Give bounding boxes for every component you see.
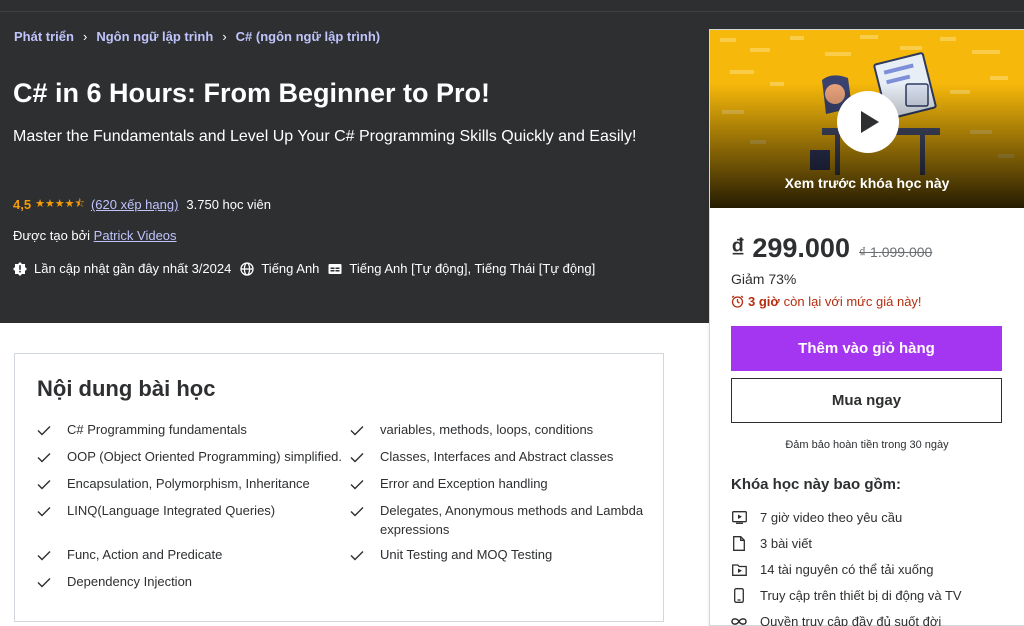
- captions: Tiếng Anh [Tự động], Tiếng Thái [Tự động…: [328, 261, 595, 276]
- discount-percent: Giảm 73%: [731, 271, 797, 287]
- last-updated: Lần cập nhật gần đây nhất 3/2024: [13, 261, 231, 276]
- learn-list: C# Programming fundamentals variables, me…: [37, 420, 657, 599]
- rating-row: 4,5 ★★★★⯪ (620 xếp hạng) 3.750 học viên: [13, 195, 271, 214]
- learn-item: Encapsulation, Polymorphism, Inheritance: [37, 474, 350, 501]
- checkmark-icon: [37, 476, 53, 495]
- checkmark-icon: [37, 422, 53, 441]
- learn-item-text: Error and Exception handling: [380, 476, 548, 491]
- play-button[interactable]: [837, 91, 899, 153]
- top-navigation-bar: [0, 0, 1024, 12]
- includes-item: Truy cập trên thiết bị di động và TV: [731, 582, 962, 608]
- checkmark-icon: [37, 574, 53, 593]
- includes-list: 7 giờ video theo yêu cầu 3 bài viết 14 t…: [731, 504, 962, 626]
- learn-item-text: OOP (Object Oriented Programming) simpli…: [67, 449, 343, 464]
- preview-label: Xem trước khóa học này: [784, 175, 950, 191]
- purchase-sidebar: Xem trước khóa học này ₫ 299.000 ₫ 1.099…: [709, 29, 1024, 626]
- includes-label: 7 giờ video theo yêu cầu: [760, 509, 903, 525]
- checkmark-icon: [37, 503, 53, 522]
- student-count: 3.750 học viên: [186, 197, 271, 212]
- breadcrumb-item-development[interactable]: Phát triển: [14, 29, 74, 44]
- breadcrumb-item-csharp[interactable]: C# (ngôn ngữ lập trình): [236, 29, 380, 44]
- checkmark-icon: [350, 422, 366, 441]
- course-subtitle: Master the Fundamentals and Level Up You…: [13, 128, 637, 145]
- includes-item: 3 bài viết: [731, 530, 962, 556]
- money-back-guarantee: Đảm bảo hoàn tiền trong 30 ngày: [785, 439, 949, 451]
- includes-label: Truy cập trên thiết bị di động và TV: [760, 587, 962, 603]
- creator-row: Được tạo bởi Patrick Videos: [13, 228, 177, 243]
- checkmark-icon: [350, 449, 366, 468]
- breadcrumb-item-programming-languages[interactable]: Ngôn ngữ lập trình: [96, 29, 213, 44]
- learn-item-text: Encapsulation, Polymorphism, Inheritance: [67, 476, 310, 491]
- language-text: Tiếng Anh: [261, 261, 320, 276]
- learn-item: Classes, Interfaces and Abstract classes: [350, 447, 650, 474]
- learn-title: Nội dung bài học: [37, 376, 216, 401]
- original-price: ₫ 1.099.000: [858, 244, 933, 260]
- includes-item: 14 tài nguyên có thể tải xuống: [731, 556, 962, 582]
- learn-item: variables, methods, loops, conditions: [350, 420, 650, 447]
- closed-captions-icon: [328, 262, 342, 276]
- learn-item: Dependency Injection: [37, 572, 350, 599]
- learn-item: Delegates, Anonymous methods and Lambda …: [350, 501, 650, 545]
- learn-item: Unit Testing and MOQ Testing: [350, 545, 650, 572]
- learn-item: C# Programming fundamentals: [37, 420, 350, 447]
- globe-icon: [240, 261, 254, 276]
- checkmark-icon: [37, 547, 53, 566]
- learn-item-text: Dependency Injection: [67, 574, 193, 589]
- learn-item: OOP (Object Oriented Programming) simpli…: [37, 447, 350, 474]
- download-icon: [731, 561, 747, 577]
- includes-item: Quyền truy cập đầy đủ suốt đời: [731, 608, 962, 626]
- learn-item-text: C# Programming fundamentals: [67, 422, 247, 437]
- learn-item-text: Func, Action and Predicate: [67, 547, 223, 562]
- buy-now-button[interactable]: Mua ngay: [731, 378, 1002, 423]
- price-row: ₫ 299.000 ₫ 1.099.000: [731, 233, 932, 264]
- created-by-label: Được tạo bởi: [13, 228, 94, 243]
- rating-count-link[interactable]: (620 xếp hạng): [91, 197, 178, 212]
- chevron-right-icon: ›: [82, 29, 88, 44]
- add-to-cart-button[interactable]: Thêm vào giỏ hàng: [731, 326, 1002, 371]
- includes-title: Khóa học này bao gồm:: [731, 476, 902, 493]
- star-rating-icon: ★★★★⯪: [35, 198, 85, 210]
- captions-text: Tiếng Anh [Tự động], Tiếng Thái [Tự động…: [349, 261, 596, 276]
- alert-badge-icon: [13, 261, 27, 276]
- checkmark-icon: [37, 449, 53, 468]
- timer-text: còn lại với mức giá này!: [783, 294, 922, 309]
- infinity-icon: [731, 613, 747, 626]
- checkmark-icon: [350, 547, 366, 566]
- includes-item: 7 giờ video theo yêu cầu: [731, 504, 962, 530]
- learn-item-text: Classes, Interfaces and Abstract classes: [380, 449, 614, 464]
- learn-item-text: Delegates, Anonymous methods and Lambda …: [380, 503, 644, 537]
- course-title: C# in 6 Hours: From Beginner to Pro!: [13, 78, 491, 108]
- includes-label: 3 bài viết: [760, 535, 813, 551]
- course-meta: Lần cập nhật gần đây nhất 3/2024 Tiếng A…: [13, 261, 604, 276]
- play-icon: [861, 111, 879, 133]
- includes-label: 14 tài nguyên có thể tải xuống: [760, 561, 934, 577]
- breadcrumb: Phát triển › Ngôn ngữ lập trình › C# (ng…: [14, 29, 380, 44]
- alarm-clock-icon: [731, 295, 744, 308]
- includes-label: Quyền truy cập đầy đủ suốt đời: [760, 613, 942, 626]
- learn-item: LINQ(Language Integrated Queries): [37, 501, 350, 545]
- timer-hours: 3 giờ: [748, 294, 780, 309]
- learn-item: Func, Action and Predicate: [37, 545, 350, 572]
- video-icon: [731, 509, 747, 525]
- instructor-link[interactable]: Patrick Videos: [94, 228, 177, 243]
- countdown-timer: 3 giờ còn lại với mức giá này!: [731, 294, 922, 309]
- language: Tiếng Anh: [240, 261, 319, 276]
- article-icon: [731, 535, 747, 551]
- checkmark-icon: [350, 476, 366, 495]
- learn-item-text: LINQ(Language Integrated Queries): [67, 503, 276, 518]
- checkmark-icon: [350, 503, 366, 522]
- learn-item-text: variables, methods, loops, conditions: [380, 422, 594, 437]
- learn-item-text: Unit Testing and MOQ Testing: [380, 547, 553, 562]
- chevron-right-icon: ›: [222, 29, 227, 44]
- mobile-icon: [731, 587, 747, 603]
- course-preview-video[interactable]: Xem trước khóa học này: [710, 30, 1024, 208]
- rating-value: 4,5: [13, 197, 32, 212]
- last-updated-text: Lần cập nhật gần đây nhất 3/2024: [34, 261, 232, 276]
- what-you-will-learn: Nội dung bài học C# Programming fundamen…: [14, 353, 664, 622]
- current-price: ₫ 299.000: [731, 233, 850, 263]
- learn-item: Error and Exception handling: [350, 474, 650, 501]
